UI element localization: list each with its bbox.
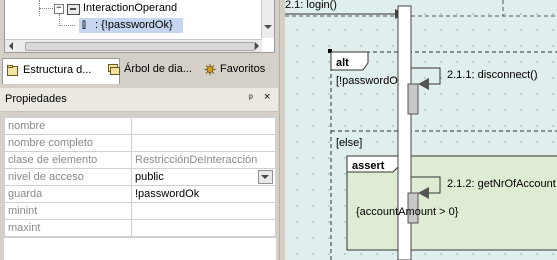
guard-password[interactable]: [!passwordOk] xyxy=(336,75,406,87)
property-key: clase de elemento xyxy=(4,151,132,169)
property-row: nombre xyxy=(4,117,276,135)
close-icon[interactable]: × xyxy=(264,91,270,103)
properties-header: Propiedades ᵖ × xyxy=(0,88,278,112)
tab-structure[interactable]: Estructura d... xyxy=(2,58,120,84)
tree-node-interaction-operand[interactable]: InteractionOperand xyxy=(83,2,177,14)
tab-label: Árbol de dia... xyxy=(124,63,192,75)
guard-value-field[interactable]: !passwordOk xyxy=(131,185,276,203)
tab-label: Estructura d... xyxy=(23,64,92,76)
property-key: nombre xyxy=(4,117,132,135)
property-row: maxint xyxy=(4,219,276,237)
chevron-down-icon xyxy=(261,175,269,179)
sequence-diagram-canvas[interactable]: 2.1: login() alt [!passwordOk] [else] as… xyxy=(285,0,557,260)
scrollbar-thumb[interactable] xyxy=(25,42,255,51)
property-value-field[interactable] xyxy=(131,117,276,135)
property-row: minint xyxy=(4,202,276,220)
message-label-get-accounts[interactable]: 2.1.2: getNrOfAccount xyxy=(447,178,556,190)
property-key: nivel de acceso xyxy=(4,168,132,186)
properties-title: Propiedades xyxy=(5,93,67,105)
property-key: nombre completo xyxy=(4,134,132,152)
property-key: minint xyxy=(4,202,132,220)
tree-vertical-scrollbar[interactable] xyxy=(261,0,274,38)
message-label-login[interactable]: 2.1: login() xyxy=(285,0,337,11)
alt-fragment-label: alt xyxy=(336,57,349,69)
property-key: guarda xyxy=(4,185,132,203)
properties-empty-area xyxy=(4,238,276,260)
tree-horizontal-scrollbar[interactable] xyxy=(5,39,262,52)
constraint-icon: [] xyxy=(82,19,86,29)
access-level-select[interactable]: public xyxy=(131,168,276,186)
properties-grid: nombre nombre completo clase de elemento… xyxy=(4,117,276,237)
pin-icon[interactable]: ᵖ xyxy=(249,93,253,104)
structure-icon xyxy=(7,65,18,76)
tree-connector xyxy=(39,8,55,9)
property-value-field[interactable] xyxy=(131,202,276,220)
scroll-right-icon[interactable] xyxy=(255,42,259,50)
message-label-disconnect[interactable]: 2.1.1: disconnect() xyxy=(447,69,538,81)
interaction-operand-icon xyxy=(67,4,80,15)
collapse-icon[interactable]: − xyxy=(54,4,64,14)
property-row: clase de elemento RestricciónDeInteracci… xyxy=(4,151,276,169)
else-guard[interactable]: [else] xyxy=(336,137,362,149)
assert-fragment-label: assert xyxy=(352,160,385,172)
property-value-field[interactable] xyxy=(131,219,276,237)
access-level-value: public xyxy=(135,171,164,183)
property-key: maxint xyxy=(4,219,132,237)
diagram-tree-icon xyxy=(108,64,120,75)
state-invariant[interactable]: {accountAmount > 0} xyxy=(356,206,459,218)
scroll-down-icon[interactable] xyxy=(264,25,272,29)
property-value-readonly: RestricciónDeInteracción xyxy=(131,151,276,169)
scroll-left-icon[interactable] xyxy=(9,42,13,50)
tree-connector xyxy=(59,25,75,26)
favorites-icon xyxy=(204,64,216,75)
activation-disconnect[interactable] xyxy=(407,83,419,115)
sequence-diagram: 2.1: login() alt [!passwordOk] [else] as… xyxy=(285,0,557,260)
message-arrowhead xyxy=(418,78,429,90)
property-row: nombre completo xyxy=(4,134,276,152)
dropdown-button[interactable] xyxy=(258,170,273,184)
tree-node-guard-selected[interactable]: [] : {!passwordOk} xyxy=(79,18,183,33)
tree-node-guard-label: : {!passwordOk} xyxy=(95,19,173,31)
property-value-field[interactable] xyxy=(131,134,276,152)
model-tree[interactable]: − InteractionOperand [] : {!passwordOk} xyxy=(4,0,275,53)
property-row: guarda !passwordOk xyxy=(4,185,276,203)
tab-bar: Estructura d... Árbol de dia... Favorito… xyxy=(0,58,279,84)
tab-label: Favoritos xyxy=(220,63,266,75)
property-row: nivel de acceso public xyxy=(4,168,276,186)
